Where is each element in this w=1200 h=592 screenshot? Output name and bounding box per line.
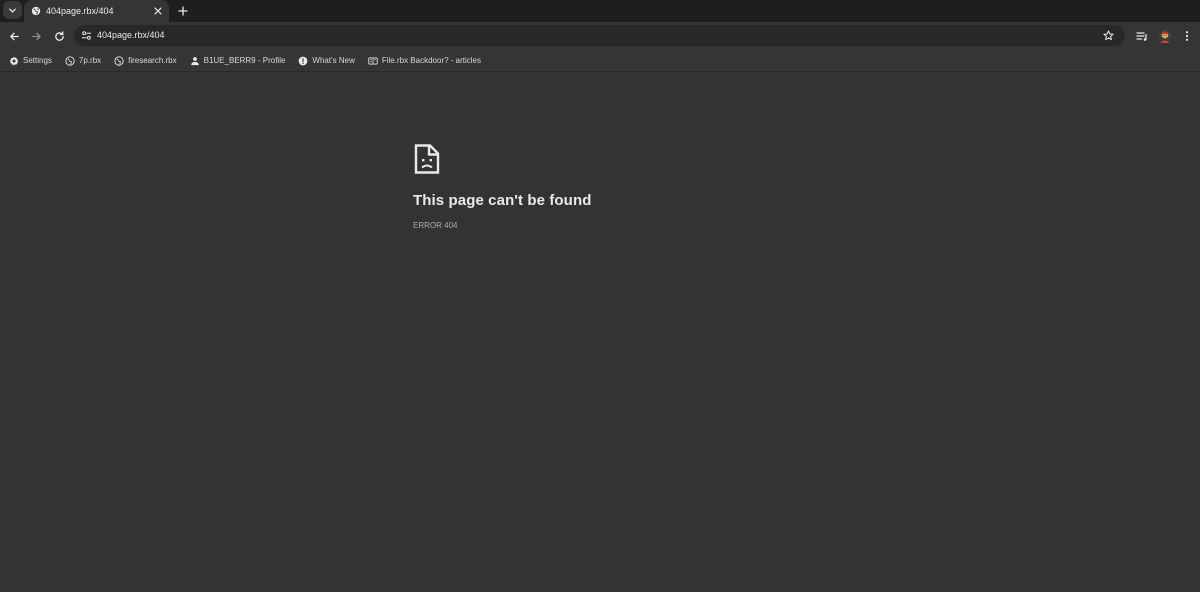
- bookmark-firesearch[interactable]: firesearch.rbx: [114, 52, 177, 70]
- bookmark-label: What's New: [312, 56, 355, 65]
- plus-icon: [177, 5, 188, 16]
- profile-avatar[interactable]: [1156, 27, 1174, 45]
- bookmark-label: firesearch.rbx: [128, 56, 177, 65]
- bookmark-settings[interactable]: Settings: [9, 52, 52, 70]
- url-text: 404page.rbx/404: [97, 30, 165, 40]
- info-icon: [298, 56, 308, 66]
- tab-close-button[interactable]: [151, 4, 164, 17]
- toolbar: 404page.rbx/404: [0, 22, 1200, 50]
- tab-title: 404page.rbx/404: [46, 6, 114, 16]
- back-button[interactable]: [5, 27, 23, 45]
- arrow-left-icon: [9, 32, 19, 40]
- chevron-down-icon: [9, 8, 16, 13]
- reload-button[interactable]: [50, 27, 68, 45]
- error-heading: This page can't be found: [413, 192, 592, 209]
- tab-active[interactable]: 404page.rbx/404: [24, 0, 169, 22]
- site-info-button[interactable]: [79, 28, 93, 42]
- more-vert-icon: [1185, 31, 1189, 41]
- bookmark-label: Settings: [23, 56, 52, 65]
- bookmark-file-articles[interactable]: File.rbx Backdoor? - articles: [368, 52, 481, 70]
- bookmark-label: 7p.rbx: [78, 56, 102, 65]
- globe-icon: [65, 55, 75, 66]
- person-icon: [190, 56, 200, 66]
- tab-strip: 404page.rbx/404: [0, 0, 1200, 22]
- forward-button[interactable]: [27, 27, 45, 45]
- sad-document-icon: [414, 144, 440, 174]
- address-bar[interactable]: 404page.rbx/404: [74, 25, 1125, 46]
- reload-icon: [54, 30, 64, 41]
- reading-list-button[interactable]: [1133, 27, 1151, 45]
- close-icon: [153, 6, 162, 15]
- globe-icon: [31, 6, 41, 16]
- gear-icon: [9, 56, 19, 66]
- bookmark-label: File.rbx Backdoor? - articles: [381, 56, 482, 65]
- playlist-icon: [1136, 32, 1147, 41]
- menu-button[interactable]: [1178, 27, 1196, 45]
- tab-search-button[interactable]: [3, 1, 22, 19]
- bookmark-7p[interactable]: 7p.rbx: [65, 52, 101, 70]
- new-tab-button[interactable]: [174, 2, 191, 19]
- globe-icon: [114, 55, 124, 66]
- reader-icon: [368, 56, 378, 66]
- bookmark-whats-new[interactable]: What's New: [298, 52, 355, 70]
- avatar-icon: [1158, 29, 1172, 43]
- page-content: This page can't be found ERROR 404: [0, 73, 1200, 592]
- arrow-right-icon: [31, 32, 41, 40]
- bookmark-profile[interactable]: B1UE_BERR9 - Profile: [190, 52, 286, 70]
- star-icon: [1103, 30, 1114, 41]
- tune-icon: [81, 30, 91, 40]
- bookmark-label: B1UE_BERR9 - Profile: [203, 56, 286, 65]
- bookmark-star-button[interactable]: [1101, 28, 1116, 43]
- bookmarks-bar: Settings 7p.rbx firesearch.rbx B1UE_BERR…: [0, 50, 1200, 72]
- error-code: ERROR 404: [413, 221, 458, 230]
